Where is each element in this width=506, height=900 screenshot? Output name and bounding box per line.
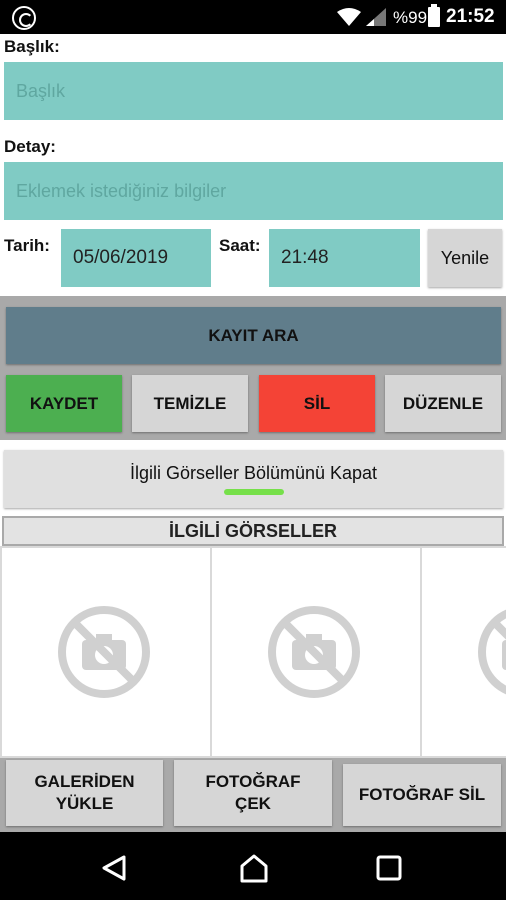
toggle-images-button[interactable]: İlgili Görseller Bölümünü Kapat [4,450,503,508]
image-slot[interactable] [422,548,506,756]
no-photo-icon [478,609,506,695]
tarih-field[interactable]: 05/06/2019 [61,229,211,287]
images-strip[interactable] [0,546,506,758]
battery-percent: %99 [393,8,428,27]
battery-charging-icon [428,4,440,27]
gallery-upload-button[interactable]: GALERİDEN YÜKLE [6,760,163,826]
toggle-images-label: İlgili Görseller Bölümünü Kapat [129,463,378,483]
action-panel: KAYIT ARA KAYDET TEMİZLE SİL DÜZENLE [0,296,506,440]
back-icon[interactable] [100,854,128,882]
clock: 21:52 [446,6,495,27]
images-section-title: İLGİLİ GÖRSELLER [2,516,504,546]
images-section-title-text: İLGİLİ GÖRSELLER [168,520,337,541]
saat-field[interactable]: 21:48 [269,229,420,287]
recents-icon[interactable] [376,855,402,881]
baslik-label: Başlık: [4,37,60,56]
tarih-value: 05/06/2019 [73,247,169,268]
yenile-button[interactable]: Yenile [428,229,502,287]
detay-input[interactable]: Eklemek istediğiniz bilgiler [4,162,503,220]
wifi-icon [337,8,361,26]
signal-icon [366,8,386,26]
toggle-indicator [223,489,284,495]
no-photo-icon [268,606,360,698]
search-button[interactable]: KAYIT ARA [6,307,501,364]
gallery-upload-label: GALERİDEN YÜKLE [34,772,135,813]
take-photo-label: FOTOĞRAF ÇEK [205,772,301,813]
status-bar: %99 21:52 [0,0,506,34]
delete-photo-label: FOTOĞRAF SİL [358,785,486,804]
saat-label: Saat: [219,236,261,255]
delete-button[interactable]: SİL [259,375,375,432]
detay-label: Detay: [4,137,56,156]
search-label: KAYIT ARA [208,325,299,345]
save-button[interactable]: KAYDET [6,375,122,432]
image-slot[interactable] [212,548,420,756]
navigation-bar [0,832,506,900]
baslik-placeholder: Başlık [16,80,66,101]
delete-label: SİL [303,393,331,413]
yenile-label: Yenile [440,247,490,268]
clear-button[interactable]: TEMİZLE [132,375,248,432]
take-photo-button[interactable]: FOTOĞRAF ÇEK [174,760,332,826]
save-label: KAYDET [29,393,99,413]
baslik-input[interactable]: Başlık [4,62,503,120]
edit-label: DÜZENLE [402,393,484,413]
home-icon[interactable] [238,852,270,884]
saat-value: 21:48 [281,247,329,268]
clear-label: TEMİZLE [153,393,227,413]
image-slot[interactable] [2,548,210,756]
detay-placeholder: Eklemek istediğiniz bilgiler [16,180,227,201]
refresh-app-icon [12,6,36,30]
edit-button[interactable]: DÜZENLE [385,375,501,432]
delete-photo-button[interactable]: FOTOĞRAF SİL [343,764,501,826]
no-photo-icon [58,606,150,698]
tarih-label: Tarih: [4,236,50,255]
photo-actions-bar: GALERİDEN YÜKLE FOTOĞRAF ÇEK FOTOĞRAF Sİ… [0,758,506,832]
